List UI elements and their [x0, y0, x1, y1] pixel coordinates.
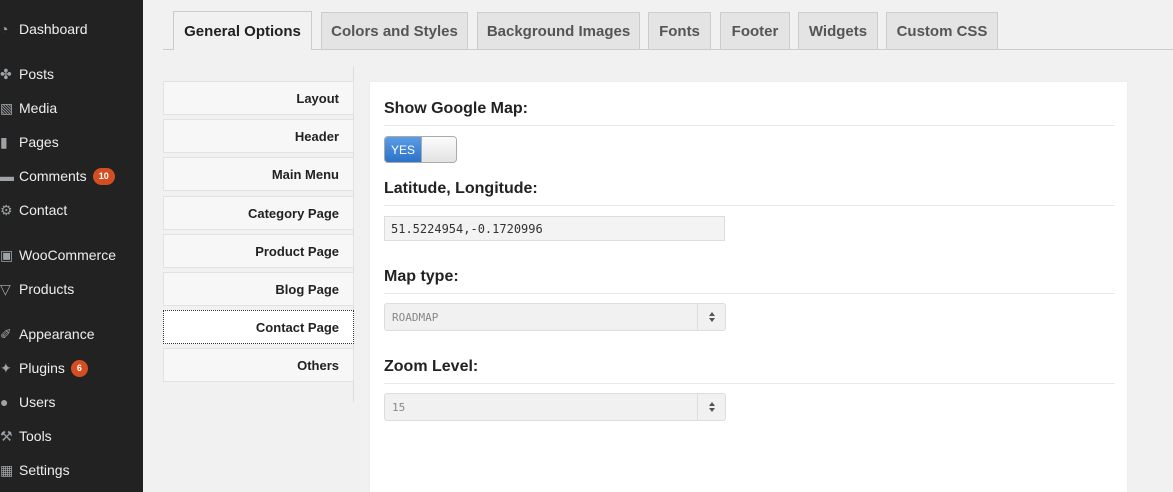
- menu-item-comments[interactable]: ▬ Comments 10: [0, 159, 143, 193]
- subnav-item-contact-page[interactable]: Contact Page: [163, 310, 354, 344]
- zoom-level-label: Zoom Level:: [384, 358, 479, 375]
- subnav-item-product-page[interactable]: Product Page: [163, 234, 354, 268]
- toggle-on-label: YES: [385, 137, 421, 162]
- toggle-knob: [421, 137, 456, 162]
- divider: [384, 293, 1115, 294]
- woocommerce-icon: ▣: [0, 246, 14, 263]
- divider: [384, 125, 1115, 126]
- tab-background-images[interactable]: Background Images: [477, 12, 640, 49]
- zoom-level-select[interactable]: 15: [384, 393, 726, 421]
- subnav-item-layout[interactable]: Layout: [163, 81, 354, 115]
- menu-item-pages[interactable]: ▮ Pages: [0, 125, 143, 159]
- media-icon: ▧: [0, 99, 14, 116]
- divider: [384, 205, 1115, 206]
- menu-item-woocommerce[interactable]: ▣ WooCommerce: [0, 238, 143, 272]
- contact-page-options-panel: Show Google Map: YES Latitude, Longitude…: [369, 81, 1128, 492]
- menu-item-label: Dashboard: [19, 21, 88, 37]
- subnav-item-header[interactable]: Header: [163, 119, 354, 153]
- plugin-icon: ✦: [0, 359, 12, 376]
- subnav-item-others[interactable]: Others: [163, 348, 354, 382]
- show-google-map-label: Show Google Map:: [384, 100, 528, 117]
- subnav-item-category-page[interactable]: Category Page: [163, 196, 354, 230]
- menu-item-label: Tools: [19, 428, 52, 444]
- subnav-item-blog-page[interactable]: Blog Page: [163, 272, 354, 306]
- map-type-label: Map type:: [384, 268, 459, 285]
- menu-item-contact[interactable]: ⚙ Contact: [0, 193, 143, 227]
- menu-item-label: Pages: [19, 134, 59, 150]
- menu-item-label: Appearance: [19, 326, 95, 342]
- tab-custom-css[interactable]: Custom CSS: [886, 12, 998, 49]
- divider: [384, 383, 1115, 384]
- settings-icon: ▦: [0, 461, 14, 478]
- menu-item-products[interactable]: ▽ Products: [0, 272, 143, 306]
- tab-widgets[interactable]: Widgets: [798, 12, 878, 49]
- gear-icon: ⚙: [0, 201, 13, 218]
- menu-item-label: Plugins: [19, 360, 65, 376]
- menu-item-tools[interactable]: ⚒ Tools: [0, 419, 143, 453]
- comments-count-badge: 10: [92, 167, 115, 185]
- menu-item-label: Products: [19, 281, 75, 297]
- tab-general-options[interactable]: General Options: [173, 11, 312, 50]
- select-arrows-icon: [697, 304, 725, 330]
- plugins-update-badge: 6: [70, 359, 88, 377]
- map-type-value: ROADMAP: [392, 310, 439, 324]
- menu-item-label: Users: [19, 394, 56, 410]
- tab-fonts[interactable]: Fonts: [648, 12, 711, 49]
- menu-item-appearance[interactable]: ✐ Appearance: [0, 317, 143, 351]
- select-arrows-icon: [697, 394, 725, 420]
- show-google-map-toggle[interactable]: YES: [384, 136, 457, 163]
- cart-icon: ▽: [0, 280, 11, 297]
- menu-item-media[interactable]: ▧ Media: [0, 91, 143, 125]
- section-subnav: Layout Header Main Menu Category Page Pr…: [163, 66, 354, 402]
- latitude-longitude-input[interactable]: 51.5224954,-0.1720996: [384, 216, 725, 241]
- menu-item-label: Settings: [19, 462, 70, 478]
- menu-item-plugins[interactable]: ✦ Plugins 6: [0, 351, 143, 385]
- menu-item-label: Media: [19, 100, 58, 116]
- menu-item-users[interactable]: ● Users: [0, 385, 143, 419]
- latitude-longitude-label: Latitude, Longitude:: [384, 180, 538, 197]
- brush-icon: ✐: [0, 325, 12, 342]
- pages-icon: ▮: [0, 133, 8, 150]
- tab-colors-and-styles[interactable]: Colors and Styles: [321, 12, 468, 49]
- menu-item-label: WooCommerce: [19, 247, 116, 263]
- menu-item-label: Posts: [19, 66, 55, 82]
- menu-item-dashboard[interactable]: ◔ Dashboard: [0, 12, 143, 46]
- admin-sidebar: ◔ Dashboard ✤ Posts ▧ Media ▮ Pages ▬ Co…: [0, 0, 143, 492]
- dashboard-icon: ◔: [0, 21, 9, 37]
- menu-item-label: Comments: [19, 168, 87, 184]
- zoom-level-value: 15: [392, 400, 406, 414]
- subnav-item-main-menu[interactable]: Main Menu: [163, 157, 354, 191]
- users-icon: ●: [0, 394, 9, 410]
- pin-icon: ✤: [0, 65, 12, 82]
- menu-item-posts[interactable]: ✤ Posts: [0, 57, 143, 91]
- options-tab-bar: General Options Colors and Styles Backgr…: [163, 0, 1173, 50]
- map-type-select[interactable]: ROADMAP: [384, 303, 726, 331]
- tab-footer[interactable]: Footer: [720, 12, 790, 49]
- comments-icon: ▬: [0, 168, 14, 184]
- wrench-icon: ⚒: [0, 427, 13, 444]
- menu-item-label: Contact: [19, 202, 68, 218]
- menu-item-settings[interactable]: ▦ Settings: [0, 453, 143, 487]
